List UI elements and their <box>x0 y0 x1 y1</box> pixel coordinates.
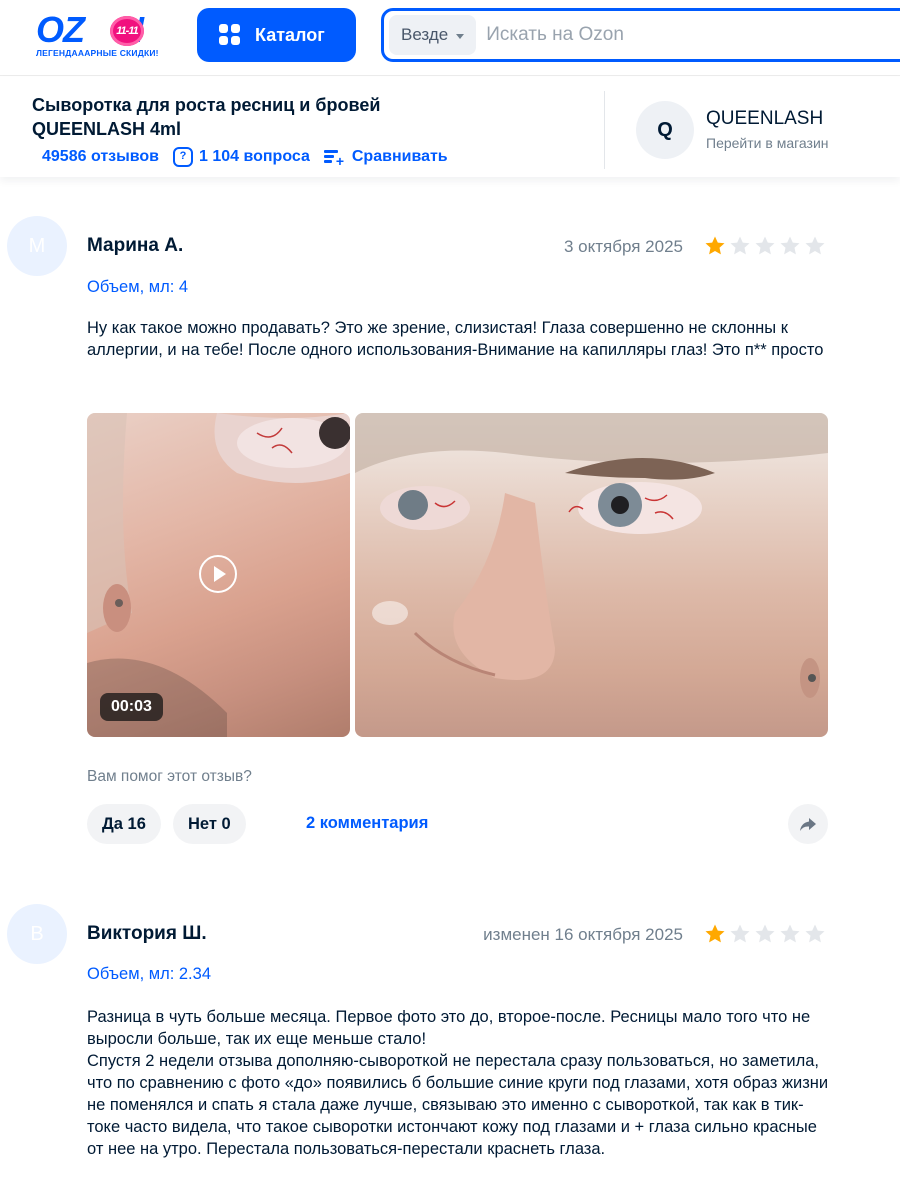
review-variant[interactable]: Объем, мл: 4 <box>87 278 188 297</box>
search-bar: Везде <box>381 8 900 62</box>
star-empty-icon <box>780 924 800 943</box>
play-icon[interactable] <box>199 555 237 593</box>
ozon-logo[interactable]: OZ11-11N ЛЕГЕНДАААРНЫЕ СКИДКИ! <box>36 12 176 62</box>
star-filled-icon <box>705 236 725 255</box>
share-button[interactable] <box>788 804 828 844</box>
product-summary-bar: Сыворотка для роста ресниц и бровей QUEE… <box>0 77 900 177</box>
compare-link[interactable]: + Сравнивать <box>323 148 448 168</box>
top-header: OZ11-11N ЛЕГЕНДАААРНЫЕ СКИДКИ! Каталог В… <box>0 0 900 76</box>
logo-wordmark: OZ11-11N <box>36 9 144 50</box>
review-author: Марина А. <box>87 235 184 256</box>
reviews-link[interactable]: 49586 отзывов <box>42 148 159 166</box>
star-empty-icon <box>780 236 800 255</box>
compare-icon: + <box>323 149 346 168</box>
grid-icon <box>219 24 241 46</box>
questions-link-label: 1 104 вопроса <box>199 148 310 165</box>
review-date: 3 октября 2025 <box>564 237 683 256</box>
rating-stars <box>704 235 826 257</box>
review-text: Разница в чуть больше месяца. Первое фот… <box>87 1008 829 1158</box>
review-text: Ну как такое можно продавать? Это же зре… <box>87 319 824 359</box>
logo-subtitle: ЛЕГЕНДАААРНЫЕ СКИДКИ! <box>36 48 159 58</box>
star-empty-icon <box>730 924 750 943</box>
search-scope-select[interactable]: Везде <box>389 15 477 55</box>
helpful-question: Вам помог этот отзыв? <box>87 768 252 785</box>
review-variant[interactable]: Объем, мл: 2.34 <box>87 965 211 984</box>
video-duration: 00:03 <box>100 693 163 721</box>
star-filled-icon <box>705 924 725 943</box>
share-icon <box>800 818 816 831</box>
star-empty-icon <box>755 924 775 943</box>
shop-avatar[interactable]: Q <box>636 101 694 159</box>
search-scope-label: Везде <box>401 25 449 44</box>
search-input[interactable] <box>486 24 900 46</box>
star-empty-icon <box>755 236 775 255</box>
review-author: Виктория Ш. <box>87 923 207 944</box>
questions-link[interactable]: ? 1 104 вопроса <box>173 147 310 167</box>
review-photo[interactable] <box>355 413 828 737</box>
vote-yes-button[interactable]: Да 16 <box>87 804 161 844</box>
question-icon: ? <box>173 147 193 167</box>
chevron-down-icon <box>456 33 465 39</box>
star-empty-icon <box>730 236 750 255</box>
catalog-button[interactable]: Каталог <box>197 8 356 62</box>
reviews-link-label: 49586 отзывов <box>42 148 159 165</box>
vote-no-button[interactable]: Нет 0 <box>173 804 246 844</box>
logo-sale-badge: 11-11 <box>110 16 144 46</box>
review-video-thumbnail[interactable]: 00:03 <box>87 413 350 737</box>
go-to-shop-link[interactable]: Перейти в магазин <box>706 135 829 151</box>
catalog-label: Каталог <box>255 24 325 45</box>
shop-name[interactable]: QUEENLASH <box>706 108 823 130</box>
divider <box>604 91 605 169</box>
avatar: М <box>7 216 67 276</box>
star-empty-icon <box>805 924 825 943</box>
compare-link-label: Сравнивать <box>351 148 448 165</box>
review-date: изменен 16 октября 2025 <box>483 925 683 944</box>
rating-stars <box>704 923 826 945</box>
photo-art <box>355 413 828 698</box>
product-title: Сыворотка для роста ресниц и бровей QUEE… <box>32 95 381 139</box>
logo-letters: OZ <box>36 9 85 50</box>
comments-link[interactable]: 2 комментария <box>306 814 428 833</box>
product-links: 49586 отзывов ? 1 104 вопроса + Сравнива… <box>42 147 448 168</box>
avatar: В <box>7 904 67 964</box>
star-empty-icon <box>805 236 825 255</box>
